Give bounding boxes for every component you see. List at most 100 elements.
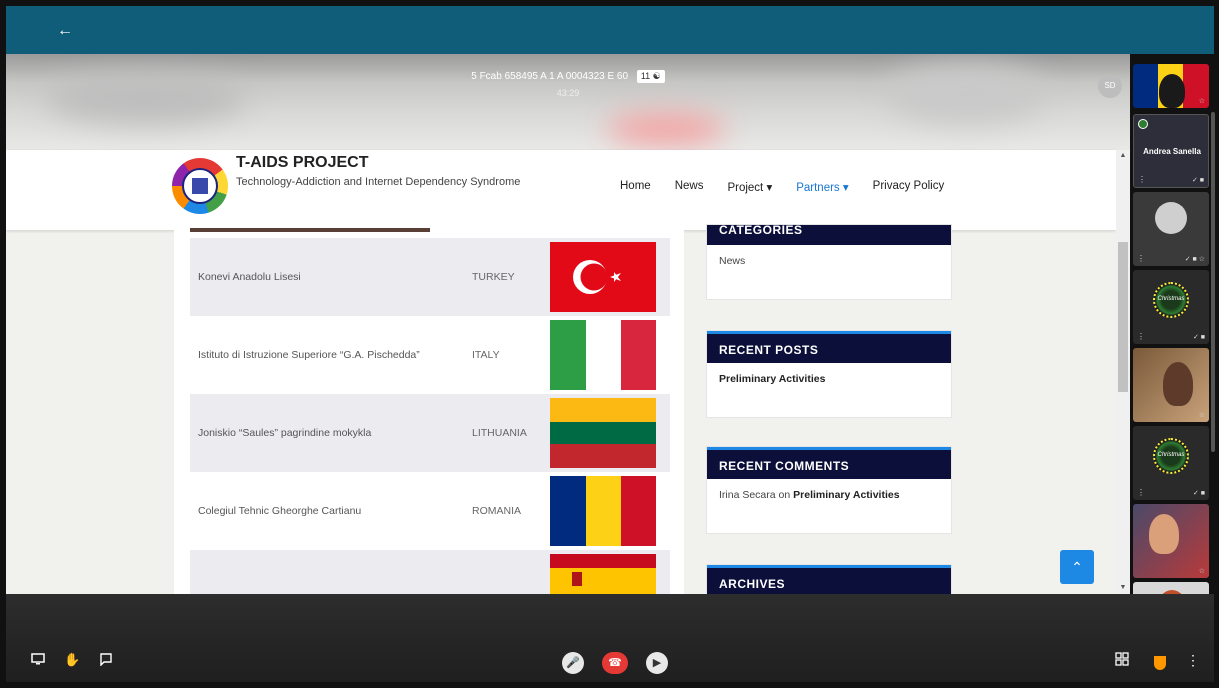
main-nav: Home News Project ▾ Partners ▾ Privacy P…: [620, 180, 968, 194]
participant-count-value: 11: [640, 71, 651, 81]
nav-privacy-policy[interactable]: Privacy Policy: [873, 180, 945, 194]
scroll-thumb[interactable]: [1118, 242, 1128, 392]
raise-hand-icon[interactable]: ✋: [64, 652, 80, 668]
tiles-scrollbar[interactable]: [1211, 112, 1215, 452]
mic-off-icon: ✓ ■: [1191, 177, 1204, 184]
participant-count[interactable]: 11 ☯: [636, 70, 665, 83]
nav-partners[interactable]: Partners ▾: [796, 180, 848, 194]
participant-name: Andrea Sanella: [1143, 147, 1201, 156]
category-news-link[interactable]: News: [707, 245, 951, 277]
partner-country: ITALY: [472, 349, 500, 361]
partner-name: Colegiul Tehnic Gheorghe Cartianu: [198, 505, 362, 517]
spain-flag-icon: [550, 554, 656, 594]
pin-icon: ☆: [1198, 412, 1205, 419]
shared-screen: 5 Fcab 658495 A 1 A 0004323 E 60 11 ☯ 43…: [6, 54, 1130, 594]
mic-off-icon: ✓ ■: [1192, 334, 1205, 341]
page-scrollbar[interactable]: ▲ ▼: [1116, 150, 1130, 594]
christmas-wreath-icon: Christmas: [1153, 438, 1189, 474]
more-options-icon[interactable]: ⋮: [1186, 652, 1200, 668]
partner-country: TURKEY: [472, 271, 515, 283]
more-icon[interactable]: ⋮: [1137, 254, 1145, 263]
pin-icon: ☆: [1198, 98, 1205, 105]
site-header: T-AIDS PROJECT Technology-Addiction and …: [6, 150, 1116, 230]
widget-title: CATEGORIES: [707, 224, 951, 245]
self-avatar[interactable]: SD: [1098, 74, 1122, 98]
call-controls-bar: ✋ 🎤 ☎ ▶ ⋮: [6, 594, 1214, 682]
meeting-code-text: 5 Fcab 658495 A 1 A 0004323 E 60: [471, 71, 629, 82]
scroll-down-icon[interactable]: ▼: [1116, 582, 1130, 594]
more-icon[interactable]: ⋮: [1137, 488, 1145, 497]
categories-widget: CATEGORIES News: [706, 224, 952, 300]
participant-tile[interactable]: ☆: [1133, 348, 1209, 422]
table-row: Konevi Anadolu Lisesi TURKEY: [190, 238, 670, 316]
participant-tile[interactable]: Christmas ⋮ ✓ ■: [1133, 270, 1209, 344]
blurred-video-band: 5 Fcab 658495 A 1 A 0004323 E 60 11 ☯ 43…: [6, 54, 1130, 150]
nav-home[interactable]: Home: [620, 180, 651, 194]
partner-name: Joniskio “Saules” pagrindine mokykla: [198, 427, 372, 439]
blur-blob: [606, 114, 726, 144]
archives-widget: ARCHIVES: [706, 564, 952, 594]
scroll-up-icon[interactable]: ▲: [1116, 150, 1130, 162]
meeting-window: ← 5 Fcab 658495 A 1 A 0004323 E 60 11 ☯ …: [0, 0, 1219, 688]
camera-icon[interactable]: ▶: [646, 652, 668, 674]
arrow-left-icon[interactable]: ←: [54, 20, 76, 42]
table-row: Istituto di Istruzione Superiore “G.A. P…: [190, 316, 670, 394]
meeting-timer: 43:29: [556, 88, 580, 98]
partner-name: Istituto di Istruzione Superiore “G.A. P…: [198, 349, 420, 361]
grid-layout-icon[interactable]: [1114, 652, 1130, 668]
table-row: Colegiul Tehnic Gheorghe Cartianu ROMANI…: [190, 472, 670, 550]
participant-tile[interactable]: ⋮ ✓ ■ ☆: [1133, 192, 1209, 266]
more-icon[interactable]: ⋮: [1138, 175, 1146, 184]
table-row: [190, 550, 670, 594]
chat-icon[interactable]: [98, 652, 114, 668]
partners-content: Konevi Anadolu Lisesi TURKEY Istituto di…: [174, 228, 684, 594]
site-title[interactable]: T-AIDS PROJECT: [236, 154, 368, 172]
widget-title: RECENT POSTS: [707, 331, 951, 363]
romania-flag-icon: [550, 476, 656, 546]
participant-tile[interactable]: ☆: [1133, 64, 1209, 108]
christmas-wreath-icon: Christmas: [1153, 282, 1189, 318]
participant-video: [1149, 514, 1179, 554]
comment-post-link[interactable]: Preliminary Activities: [793, 489, 899, 501]
participant-tile[interactable]: Christmas ⋮ ✓ ■: [1133, 426, 1209, 500]
more-icon[interactable]: ⋮: [1137, 332, 1145, 341]
turkey-flag-icon: [550, 242, 656, 312]
mic-off-icon: ✓ ■ ☆: [1184, 256, 1205, 263]
recent-post-title: Preliminary Activities: [719, 373, 826, 385]
italy-flag-icon: [550, 320, 656, 390]
top-bar: ←: [6, 6, 1214, 54]
speaking-icon: [1138, 119, 1148, 129]
participant-tile[interactable]: Andrea Sanella ⋮ ✓ ■: [1133, 114, 1209, 188]
widget-title: ARCHIVES: [707, 565, 951, 594]
participant-video: [1159, 74, 1185, 108]
nav-project[interactable]: Project ▾: [727, 180, 772, 194]
microphone-icon[interactable]: 🎤: [562, 652, 584, 674]
participant-video: [1163, 362, 1193, 406]
comment-on: on: [778, 489, 791, 501]
table-row: Joniskio “Saules” pagrindine mokykla LIT…: [190, 394, 670, 472]
present-screen-icon[interactable]: [30, 652, 46, 668]
partner-name: Konevi Anadolu Lisesi: [198, 271, 301, 283]
participant-tiles: ☆ Andrea Sanella ⋮ ✓ ■ ⋮ ✓ ■ ☆ Christmas…: [1131, 64, 1211, 626]
recent-comments-widget: RECENT COMMENTS Irina Secara on Prelimin…: [706, 446, 952, 534]
partner-country: ROMANIA: [472, 505, 522, 517]
christmas-label: Christmas: [1157, 452, 1185, 458]
scroll-to-top-button[interactable]: ⌃: [1060, 550, 1094, 584]
site-logo[interactable]: [172, 158, 228, 214]
hang-up-icon[interactable]: ☎: [602, 652, 628, 674]
recent-posts-widget: RECENT POSTS Preliminary Activities: [706, 330, 952, 418]
recent-comment: Irina Secara on Preliminary Activities: [707, 479, 951, 511]
site-tagline: Technology-Addiction and Internet Depend…: [236, 176, 521, 188]
shield-icon[interactable]: [1154, 656, 1166, 670]
christmas-label: Christmas: [1157, 296, 1185, 302]
participant-tile[interactable]: ☆: [1133, 504, 1209, 578]
widget-title: RECENT COMMENTS: [707, 447, 951, 479]
partner-country: LITHUANIA: [472, 427, 527, 439]
mic-off-icon: ✓ ■: [1192, 490, 1205, 497]
pin-icon: ☆: [1198, 568, 1205, 575]
avatar: [1155, 202, 1187, 234]
partner-image-strip: [190, 228, 430, 232]
comment-author[interactable]: Irina Secara: [719, 489, 776, 501]
nav-news[interactable]: News: [675, 180, 704, 194]
recent-post-link[interactable]: Preliminary Activities: [707, 363, 951, 395]
